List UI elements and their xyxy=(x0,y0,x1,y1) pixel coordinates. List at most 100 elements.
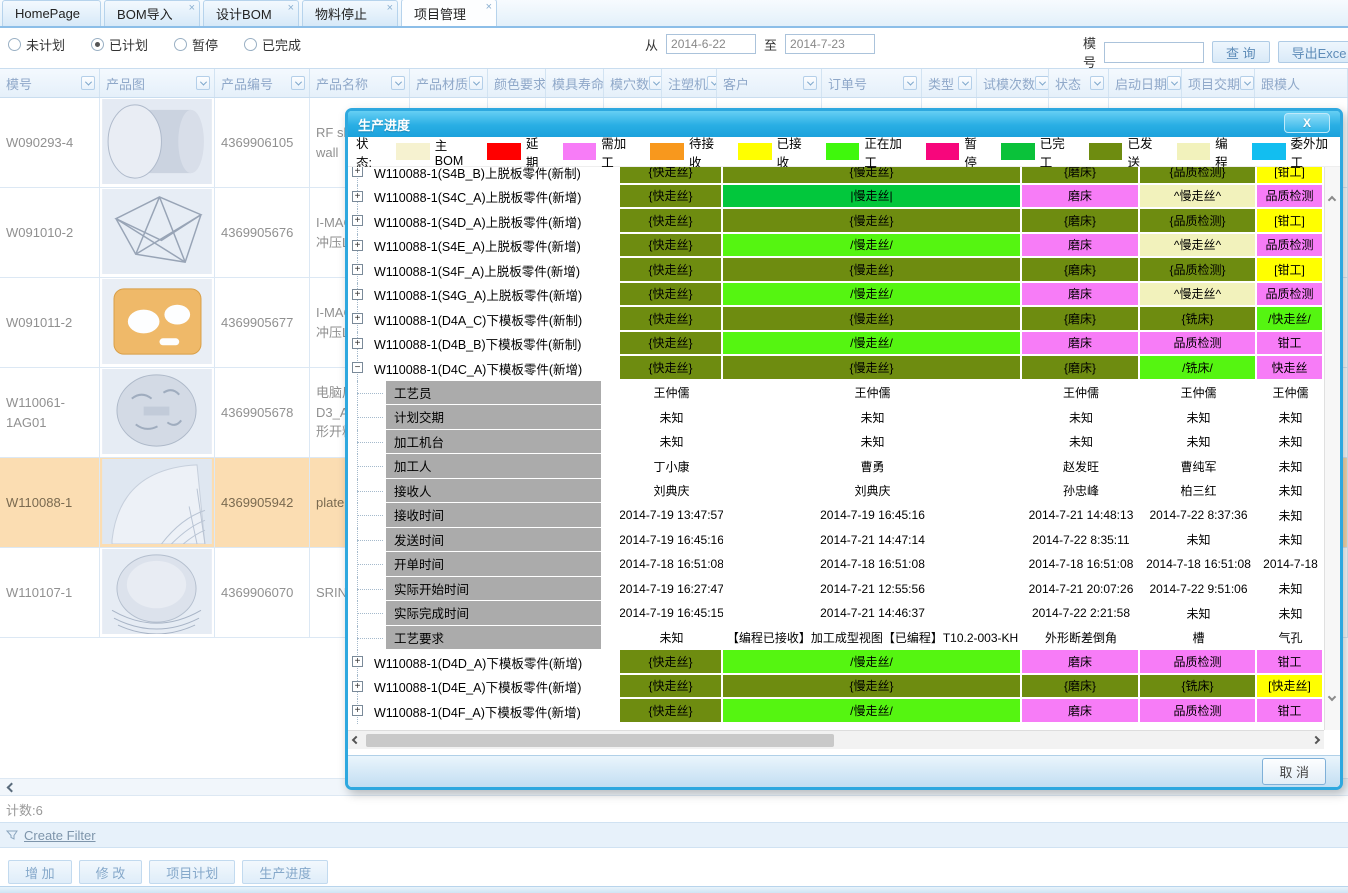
tab-HomePage[interactable]: HomePage xyxy=(2,0,101,26)
radio-暂停[interactable]: 暂停 xyxy=(174,35,218,54)
collapse-icon[interactable]: − xyxy=(352,362,363,373)
filter-dropdown-icon[interactable] xyxy=(707,76,717,90)
expand-icon[interactable]: + xyxy=(352,191,363,202)
filter-dropdown-icon[interactable] xyxy=(958,76,972,90)
tree-row[interactable]: +W110088-1(D4F_A)下模板零件(新增){快走丝}/慢走丝/磨床品质… xyxy=(348,699,1340,724)
filter-dropdown-icon[interactable] xyxy=(1090,76,1104,90)
filter-dropdown-icon[interactable] xyxy=(391,76,405,90)
status-cell[interactable]: [钳工] xyxy=(1257,209,1324,234)
column-header-订单号[interactable]: 订单号 xyxy=(822,69,922,97)
status-cell[interactable]: {磨床} xyxy=(1022,167,1140,185)
dialog-close-button[interactable]: X xyxy=(1284,113,1330,133)
filter-dropdown-icon[interactable] xyxy=(196,76,210,90)
status-cell[interactable]: {磨床} xyxy=(1022,307,1140,332)
close-tab-icon[interactable]: × xyxy=(486,2,492,12)
expand-icon[interactable]: + xyxy=(352,656,363,667)
column-header-模号[interactable]: 模号 xyxy=(0,69,100,97)
radio-circle-icon[interactable] xyxy=(174,38,187,51)
column-header-颜色要求[interactable]: 颜色要求 xyxy=(488,69,546,97)
scroll-left-icon[interactable] xyxy=(7,783,17,793)
filter-dropdown-icon[interactable] xyxy=(1035,76,1049,90)
status-cell[interactable]: {磨床} xyxy=(1022,356,1140,381)
status-cell[interactable]: 磨床 xyxy=(1022,185,1140,210)
status-cell[interactable]: {快走丝} xyxy=(620,185,723,210)
scroll-right-icon[interactable] xyxy=(1312,736,1320,744)
tree-row[interactable]: +W110088-1(S4G_A)上脱板零件(新增){快走丝}/慢走丝/磨床^慢… xyxy=(348,283,1340,308)
grid-vertical-scrollbar[interactable] xyxy=(1324,167,1340,730)
date-from-input[interactable] xyxy=(666,34,756,54)
status-cell[interactable]: {快走丝} xyxy=(620,699,723,724)
expand-icon[interactable]: + xyxy=(352,240,363,251)
status-cell[interactable]: {快走丝} xyxy=(620,650,723,675)
status-cell[interactable]: {快走丝} xyxy=(620,258,723,283)
dialog-title-bar[interactable]: 生产进度 X xyxy=(348,111,1340,137)
status-cell[interactable]: 磨床 xyxy=(1022,650,1140,675)
column-header-产品编号[interactable]: 产品编号 xyxy=(215,69,310,97)
status-cell[interactable]: {磨床} xyxy=(1022,209,1140,234)
status-cell[interactable]: {快走丝} xyxy=(620,356,723,381)
status-cell[interactable]: {慢走丝} xyxy=(723,209,1022,234)
tree-row[interactable]: +W110088-1(D4E_A)下模板零件(新增){快走丝}{慢走丝}{磨床}… xyxy=(348,675,1340,700)
status-cell[interactable]: {快走丝} xyxy=(620,283,723,308)
radio-circle-icon[interactable] xyxy=(8,38,21,51)
filter-dropdown-icon[interactable] xyxy=(469,76,483,90)
status-cell[interactable]: {慢走丝} xyxy=(723,307,1022,332)
status-cell[interactable]: {品质检测} xyxy=(1140,258,1257,283)
filter-dropdown-icon[interactable] xyxy=(903,76,917,90)
status-cell[interactable]: 钳工 xyxy=(1257,650,1324,675)
status-cell[interactable]: /铣床/ xyxy=(1140,356,1257,381)
tree-row[interactable]: −W110088-1(D4C_A)下模板零件(新增){快走丝}{慢走丝}{磨床}… xyxy=(348,356,1340,381)
status-cell[interactable]: 快走丝 xyxy=(1257,356,1324,381)
status-cell[interactable]: 磨床 xyxy=(1022,234,1140,259)
expand-icon[interactable]: + xyxy=(352,167,363,177)
tab-物料停止[interactable]: 物料停止× xyxy=(302,0,398,26)
status-cell[interactable]: {快走丝} xyxy=(620,307,723,332)
expand-icon[interactable]: + xyxy=(352,264,363,275)
column-header-产品名称[interactable]: 产品名称 xyxy=(310,69,410,97)
date-to-input[interactable] xyxy=(785,34,875,54)
modify-button[interactable]: 修 改 xyxy=(79,860,143,884)
status-cell[interactable]: /慢走丝/ xyxy=(723,699,1022,724)
production-progress-button[interactable]: 生产进度 xyxy=(242,860,328,884)
expand-icon[interactable]: + xyxy=(352,289,363,300)
tab-BOM导入[interactable]: BOM导入× xyxy=(104,0,200,26)
scroll-down-icon[interactable] xyxy=(1328,693,1336,701)
column-header-模具寿命[interactable]: 模具寿命 xyxy=(546,69,604,97)
column-header-客户[interactable]: 客户 xyxy=(717,69,822,97)
filter-dropdown-icon[interactable] xyxy=(1240,76,1254,90)
expand-icon[interactable]: + xyxy=(352,313,363,324)
status-cell[interactable]: {慢走丝} xyxy=(723,167,1022,185)
tree-row[interactable]: +W110088-1(D4B_B)下模板零件(新制){快走丝}/慢走丝/磨床品质… xyxy=(348,332,1340,357)
column-header-类型[interactable]: 类型 xyxy=(922,69,977,97)
expand-icon[interactable]: + xyxy=(352,215,363,226)
status-cell[interactable]: {快走丝} xyxy=(620,332,723,357)
tab-项目管理[interactable]: 项目管理× xyxy=(401,0,497,26)
filter-dropdown-icon[interactable] xyxy=(649,76,662,90)
query-button[interactable]: 查 询 xyxy=(1212,41,1270,63)
create-filter-link[interactable]: Create Filter xyxy=(24,828,96,843)
close-tab-icon[interactable]: × xyxy=(189,3,195,13)
column-header-注塑机[interactable]: 注塑机 xyxy=(662,69,717,97)
status-cell[interactable]: 钳工 xyxy=(1257,332,1324,357)
expand-icon[interactable]: + xyxy=(352,681,363,692)
tab-设计BOM[interactable]: 设计BOM× xyxy=(203,0,299,26)
radio-circle-icon[interactable] xyxy=(244,38,257,51)
filter-dropdown-icon[interactable] xyxy=(803,76,817,90)
status-cell[interactable]: 品质检测 xyxy=(1140,332,1257,357)
status-cell[interactable]: {快走丝} xyxy=(620,167,723,185)
status-cell[interactable]: /慢走丝/ xyxy=(723,650,1022,675)
status-cell[interactable]: {慢走丝} xyxy=(723,675,1022,700)
tree-row[interactable]: +W110088-1(S4F_A)上脱板零件(新增){快走丝}{慢走丝}{磨床}… xyxy=(348,258,1340,283)
status-cell[interactable]: ^慢走丝^ xyxy=(1140,185,1257,210)
add-button[interactable]: 增 加 xyxy=(8,860,72,884)
column-header-状态[interactable]: 状态 xyxy=(1049,69,1109,97)
radio-circle-icon[interactable] xyxy=(91,38,104,51)
radio-已计划[interactable]: 已计划 xyxy=(91,35,148,54)
column-header-模穴数[interactable]: 模穴数 xyxy=(604,69,662,97)
status-cell[interactable]: {快走丝} xyxy=(620,209,723,234)
scroll-up-icon[interactable] xyxy=(1328,196,1336,204)
grid-horizontal-scrollbar[interactable] xyxy=(348,730,1324,749)
status-cell[interactable]: 磨床 xyxy=(1022,332,1140,357)
status-cell[interactable]: {品质检测} xyxy=(1140,209,1257,234)
status-cell[interactable]: {慢走丝} xyxy=(723,258,1022,283)
